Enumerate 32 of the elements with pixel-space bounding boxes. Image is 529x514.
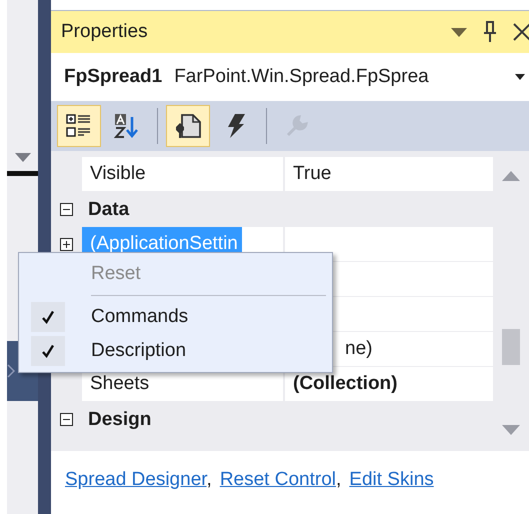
property-value[interactable]: ne) <box>345 338 372 360</box>
close-icon[interactable] <box>513 23 529 41</box>
chevron-right-icon <box>7 364 15 378</box>
property-name[interactable]: Visible <box>82 157 150 191</box>
categorized-button[interactable] <box>57 105 101 147</box>
expand-icon[interactable] <box>60 238 73 251</box>
command-link[interactable]: Spread Designer <box>65 468 207 490</box>
sort-az-icon <box>114 113 140 139</box>
dropdown-arrow-icon <box>15 153 31 162</box>
lightning-icon <box>225 113 247 139</box>
link-separator: , <box>206 468 212 490</box>
categorized-list-icon <box>66 113 92 139</box>
menu-item[interactable]: Commands <box>19 300 332 334</box>
caret-icon <box>515 74 525 80</box>
wrench-icon <box>285 114 309 138</box>
category-label: Design <box>87 408 152 430</box>
properties-button[interactable] <box>166 105 210 147</box>
property-value[interactable]: True <box>293 163 332 185</box>
command-link[interactable]: Edit Skins <box>349 468 434 490</box>
command-link[interactable]: Reset Control <box>220 468 336 490</box>
collapse-icon[interactable] <box>60 413 73 426</box>
category-label: Data <box>87 198 130 220</box>
property-value[interactable]: (Collection) <box>293 373 398 395</box>
collapse-icon[interactable] <box>60 203 73 216</box>
scrollbar-thumb[interactable] <box>502 329 520 365</box>
panel-title: Properties <box>61 21 149 43</box>
link-separator: , <box>336 468 342 490</box>
menu-item[interactable]: Description <box>19 334 332 368</box>
dropdown-arrow-icon[interactable] <box>451 28 467 36</box>
pin-icon[interactable] <box>483 21 497 43</box>
property-page-icon <box>174 113 202 139</box>
object-selector[interactable]: FpSpread1 FarPoint.Win.Spread.FpSprea <box>51 53 529 101</box>
